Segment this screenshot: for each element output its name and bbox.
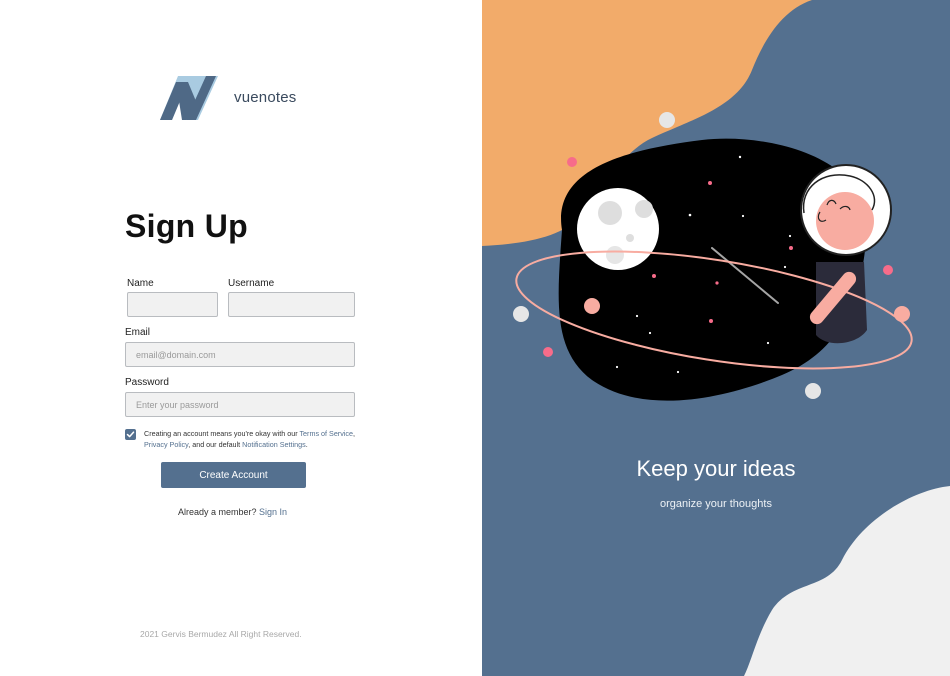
signin-prompt: Already a member? Sign In <box>0 507 465 517</box>
notification-settings-link[interactable]: Notification Settings <box>242 440 306 449</box>
ring-planet <box>584 298 600 314</box>
username-label: Username <box>228 278 275 289</box>
email-input[interactable] <box>125 342 355 367</box>
terms-prefix: Creating an account means you're okay wi… <box>144 429 300 438</box>
brand-name: vuenotes <box>234 88 297 106</box>
logo: vuenotes <box>158 72 296 122</box>
pink-dot-right <box>883 265 893 275</box>
white-planet-left <box>513 306 529 322</box>
terms-checkbox[interactable] <box>125 429 136 440</box>
white-planet-bottom <box>805 383 821 399</box>
signup-panel: vuenotes Sign Up Name Username Email Pas… <box>0 0 482 676</box>
light-blob <box>744 486 950 676</box>
password-label: Password <box>125 377 169 388</box>
terms-suffix: . <box>305 440 308 449</box>
create-account-button[interactable]: Create Account <box>161 462 306 488</box>
hero-panel: Keep your ideas organize your thoughts <box>482 0 950 676</box>
space-illustration <box>482 0 950 676</box>
terms-sep: , <box>353 429 355 438</box>
terms-mid: , and our default <box>188 440 243 449</box>
copyright-footer: 2021 Gervis Bermudez All Right Reserved. <box>140 629 302 639</box>
hero-title: Keep your ideas <box>636 456 796 481</box>
username-input[interactable] <box>228 292 355 317</box>
member-text: Already a member? <box>177 507 257 517</box>
ring-planet-right <box>894 306 910 322</box>
privacy-policy-link[interactable]: Privacy Policy <box>144 440 188 449</box>
pink-dot-left <box>543 347 553 357</box>
email-label: Email <box>125 327 151 338</box>
white-planet-top <box>659 112 675 128</box>
terms-agreement: Creating an account means you're okay wi… <box>125 428 360 450</box>
vuenotes-logo-icon <box>160 76 218 120</box>
moon <box>577 188 659 270</box>
terms-text: Creating an account means you're okay wi… <box>144 428 360 450</box>
password-input[interactable] <box>125 392 355 417</box>
check-icon <box>126 431 135 438</box>
page-title: Sign Up <box>125 208 248 244</box>
sign-in-link[interactable]: Sign In <box>259 507 287 517</box>
terms-of-service-link[interactable]: Terms of Service <box>299 429 353 438</box>
name-input[interactable] <box>127 292 218 317</box>
pink-dot <box>567 157 577 167</box>
name-label: Name <box>127 278 154 289</box>
hero-subtitle: organize your thoughts <box>660 498 772 510</box>
